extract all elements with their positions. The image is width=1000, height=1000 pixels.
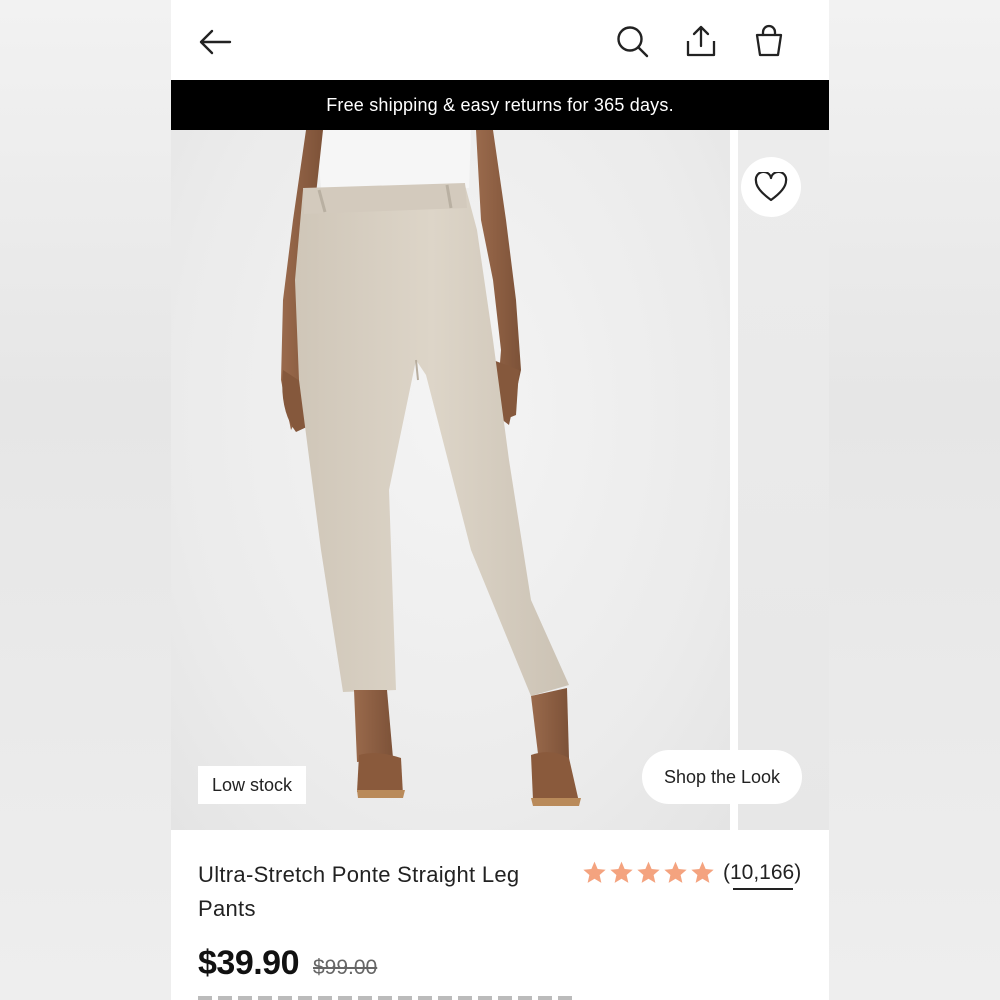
- product-image-gallery[interactable]: Low stock Shop the Look: [171, 130, 829, 830]
- low-stock-badge: Low stock: [198, 766, 307, 804]
- back-button[interactable]: [195, 22, 235, 62]
- cropped-text-line: [198, 996, 578, 1000]
- product-rating[interactable]: (10,166): [582, 860, 802, 890]
- search-button[interactable]: [613, 22, 653, 62]
- product-title: Ultra-Stretch Ponte Straight Leg Pants: [198, 862, 520, 921]
- shop-the-look-button[interactable]: Shop the Look: [642, 750, 802, 804]
- original-price: $99.00: [313, 956, 378, 979]
- app-screen: Free shipping & easy returns for 365 day…: [171, 0, 829, 1000]
- product-info: Ultra-Stretch Ponte Straight Leg Pants (…: [171, 830, 829, 1000]
- rating-stars: [582, 860, 715, 885]
- sale-price: $39.90: [198, 944, 300, 982]
- star-icon: [664, 861, 687, 883]
- product-image[interactable]: Low stock: [171, 130, 730, 830]
- review-count-underline: [733, 887, 794, 890]
- search-icon: [617, 26, 649, 58]
- price-row: $39.90 $99.00: [198, 944, 377, 983]
- shopping-bag-icon: [755, 24, 783, 57]
- review-count-link[interactable]: (10,166): [723, 860, 802, 890]
- review-count: (10,166): [723, 860, 802, 884]
- promo-banner: Free shipping & easy returns for 365 day…: [171, 80, 829, 130]
- heart-icon: [754, 172, 788, 202]
- next-product-image[interactable]: [738, 130, 829, 830]
- top-navigation-bar: [171, 0, 829, 80]
- shop-the-look-label: Shop the Look: [663, 766, 781, 787]
- background-right: [829, 0, 1000, 1000]
- favorite-button[interactable]: [741, 157, 801, 217]
- shopping-bag-button[interactable]: [749, 20, 789, 62]
- product-photo: [281, 130, 581, 806]
- star-icon: [610, 861, 633, 883]
- share-icon: [686, 25, 716, 57]
- star-icon: [691, 861, 714, 883]
- low-stock-label: Low stock: [212, 774, 293, 795]
- star-icon: [637, 861, 660, 883]
- arrow-left-icon: [199, 29, 232, 55]
- promo-banner-text: Free shipping & easy returns for 365 day…: [326, 94, 674, 115]
- star-icon: [583, 861, 606, 883]
- background-left: [0, 0, 171, 1000]
- share-button[interactable]: [681, 20, 721, 62]
